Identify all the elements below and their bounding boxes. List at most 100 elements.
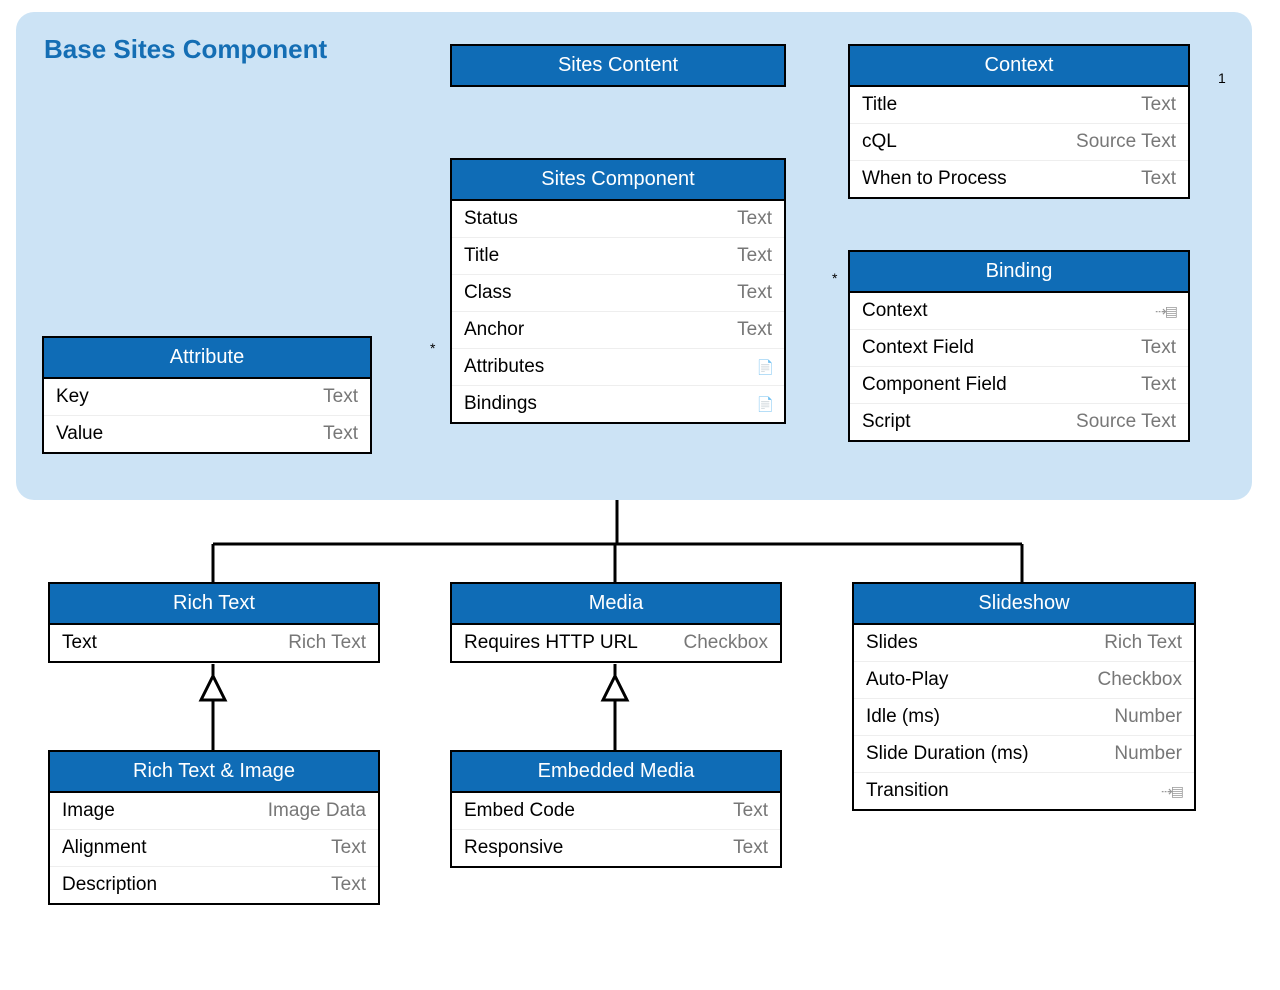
attribute-row: Alignment Text [50, 830, 378, 867]
attribute-label: Image [62, 800, 115, 822]
box-body-slideshow: Slides Rich Text Auto-Play Checkbox Idle (ms… [854, 625, 1194, 809]
attribute-row: Image Image Data [50, 793, 378, 830]
attribute-type: Rich Text [288, 632, 366, 654]
attribute-label: Transition [866, 780, 949, 802]
box-body-binding: Context⇢▤Context FieldTextComponent Fiel… [850, 293, 1188, 440]
attribute-type: Text [737, 282, 772, 304]
attribute-type: Checkbox [1098, 669, 1183, 691]
relation-icon: ⇢▤ [1155, 303, 1176, 320]
box-rich-text-image: Rich Text & Image Image Image Data Alignme… [48, 750, 380, 905]
attribute-row: Requires HTTP URL Checkbox [452, 625, 780, 661]
attribute-row: KeyText [44, 379, 370, 416]
attribute-type: Rich Text [1104, 632, 1182, 654]
box-body-sites-component: StatusTextTitleTextClassTextAnchorTextAt… [452, 201, 784, 422]
attribute-type: Text [737, 208, 772, 230]
attribute-row: Idle (ms) Number [854, 699, 1194, 736]
box-binding: Binding Context⇢▤Context FieldTextCompon… [848, 250, 1190, 442]
attribute-type: Text [1141, 94, 1176, 116]
attribute-row: Embed Code Text [452, 793, 780, 830]
attribute-row: Component Field Text [850, 367, 1188, 404]
attribute-row: Context ⇢▤ [850, 293, 1188, 330]
diagram-canvas: Base Sites Component Sites Content Sites… [0, 0, 1280, 990]
box-body-media: Requires HTTP URL Checkbox [452, 625, 780, 661]
box-slideshow: Slideshow SlidesRich TextAuto-PlayCheckb… [852, 582, 1196, 811]
box-body-attribute: KeyTextValueText [44, 379, 370, 452]
box-attribute: Attribute KeyTextValueText [42, 336, 372, 454]
attribute-type: Text [323, 423, 358, 445]
mult-attribute-star: * [430, 340, 435, 356]
attribute-row: cQLSource Text [850, 124, 1188, 161]
attribute-row: Class Text [452, 275, 784, 312]
attribute-label: Anchor [464, 319, 524, 341]
attribute-label: Responsive [464, 837, 563, 859]
attribute-row: Slide Duration (ms)Number [854, 736, 1194, 773]
attribute-row: When to ProcessText [850, 161, 1188, 197]
box-body-rich-text: Text Rich Text [50, 625, 378, 661]
attribute-row: Title Text [850, 87, 1188, 124]
attribute-row: ResponsiveText [452, 830, 780, 866]
attribute-row: Status Text [452, 201, 784, 238]
attribute-type: Text [331, 837, 366, 859]
attribute-type: Text [1141, 374, 1176, 396]
attribute-type: Text [1141, 337, 1176, 359]
attribute-type: Source Text [1076, 131, 1176, 153]
attribute-label: Title [862, 94, 897, 116]
attribute-label: When to Process [862, 168, 1007, 190]
attribute-label: Slides [866, 632, 918, 654]
attribute-type: Image Data [268, 800, 366, 822]
attribute-type: Text [737, 245, 772, 267]
box-header-rich-text: Rich Text [50, 584, 378, 625]
attribute-label: Attributes [464, 356, 544, 378]
attribute-row: Bindings 📄 [452, 386, 784, 422]
box-body-embedded-media: Embed Code Text ResponsiveText [452, 793, 780, 866]
attribute-row: Auto-Play Checkbox [854, 662, 1194, 699]
attribute-label: Context [862, 300, 927, 322]
mult-binding-star: * [832, 270, 837, 286]
mult-context-one: 1 [1218, 70, 1226, 86]
box-header-media: Media [452, 584, 780, 625]
relation-icon: 📄 [757, 396, 772, 413]
attribute-label: Requires HTTP URL [464, 632, 638, 654]
attribute-label: Alignment [62, 837, 147, 859]
relation-icon: 📄 [757, 359, 772, 376]
box-body-rich-text-image: Image Image Data Alignment Text DescriptionT… [50, 793, 378, 903]
attribute-label: Idle (ms) [866, 706, 940, 728]
attribute-type: Checkbox [684, 632, 769, 654]
attribute-label: Bindings [464, 393, 537, 415]
attribute-label: Component Field [862, 374, 1007, 396]
box-sites-content: Sites Content [450, 44, 786, 87]
attribute-type: Number [1114, 706, 1182, 728]
attribute-row: ValueText [44, 416, 370, 452]
attribute-type: Text [733, 800, 768, 822]
attribute-label: Embed Code [464, 800, 575, 822]
attribute-label: Title [464, 245, 499, 267]
attribute-row: Transition ⇢▤ [854, 773, 1194, 809]
box-header-sites-component: Sites Component [452, 160, 784, 201]
attribute-row: AnchorText [452, 312, 784, 349]
attribute-label: Auto-Play [866, 669, 948, 691]
attribute-type: Text [323, 386, 358, 408]
attribute-row: Title Text [452, 238, 784, 275]
box-body-context: Title Text cQLSource TextWhen to ProcessTe… [850, 87, 1188, 197]
attribute-row: Text Rich Text [50, 625, 378, 661]
relation-icon: ⇢▤ [1161, 783, 1182, 800]
attribute-label: Status [464, 208, 518, 230]
box-sites-component: Sites Component StatusTextTitleTextClass… [450, 158, 786, 424]
box-embedded-media: Embedded Media Embed Code Text ResponsiveT… [450, 750, 782, 868]
attribute-label: Description [62, 874, 157, 896]
panel-title: Base Sites Component [44, 34, 327, 65]
box-context: Context TitleTextcQLSource TextWhen to P… [848, 44, 1190, 199]
attribute-row: Script Source Text [850, 404, 1188, 440]
box-header-context: Context [850, 46, 1188, 87]
attribute-label: Class [464, 282, 512, 304]
box-header-rich-text-image: Rich Text & Image [50, 752, 378, 793]
attribute-row: DescriptionText [50, 867, 378, 903]
attribute-row: Attributes 📄 [452, 349, 784, 386]
attribute-label: Script [862, 411, 911, 433]
attribute-label: Text [62, 632, 97, 654]
attribute-type: Source Text [1076, 411, 1176, 433]
box-header-attribute: Attribute [44, 338, 370, 379]
box-header-embedded-media: Embedded Media [452, 752, 780, 793]
box-header-binding: Binding [850, 252, 1188, 293]
attribute-row: Context FieldText [850, 330, 1188, 367]
